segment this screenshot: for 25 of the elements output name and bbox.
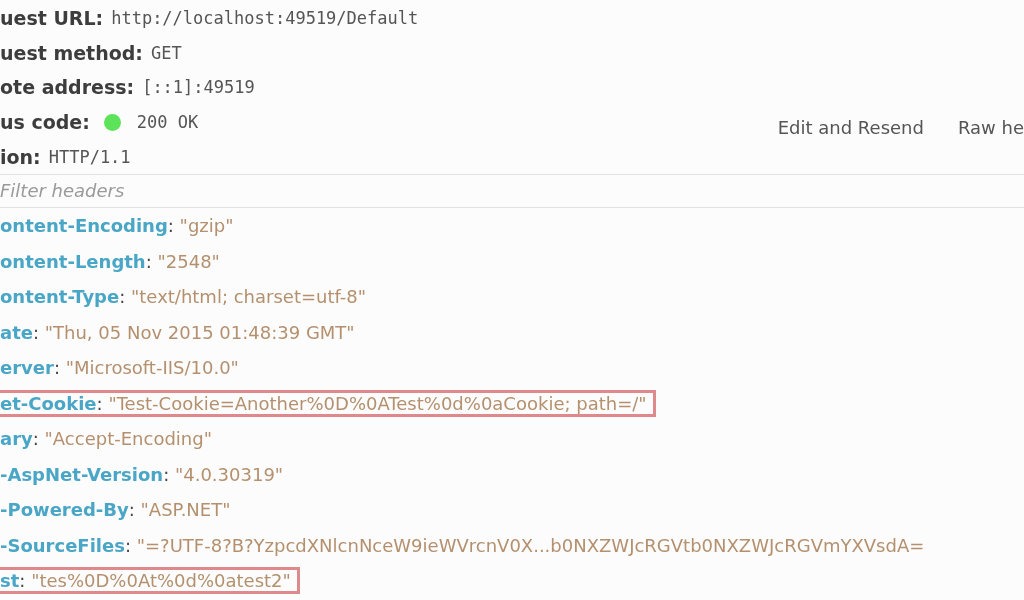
header-line: -AspNet-Version: "4.0.30319" — [0, 462, 285, 487]
field-label: uest method: — [0, 41, 143, 64]
field-value: http://localhost:49519/Default — [111, 8, 419, 29]
field-value: [::1]:49519 — [142, 77, 255, 98]
status-dot — [103, 113, 121, 131]
header-line: erver: "Microsoft-IIS/10.0" — [0, 356, 240, 381]
header-line: ary: "Accept-Encoding" — [0, 427, 213, 452]
filter-field[interactable]: Filter headers — [0, 173, 1024, 208]
header-line: st: "tes%0D%0At%0d%0atest2" — [0, 567, 300, 595]
field-value: 200 OK — [136, 112, 199, 133]
toolbar-button[interactable]: Raw he — [957, 116, 1024, 138]
toolbar-button[interactable]: Edit and Resend — [777, 116, 924, 138]
header-line: -Powered-By: "ASP.NET" — [0, 498, 232, 523]
field-label: us code: — [0, 111, 90, 134]
header-line: ate: "Thu, 05 Nov 2015 01:48:39 GMT" — [0, 320, 356, 345]
field-label: ote address: — [0, 76, 135, 99]
header-line: ontent-Length: "2548" — [0, 249, 221, 274]
header-line: ontent-Encoding: "gzip" — [0, 214, 235, 239]
header-line: et-Cookie: "Test-Cookie=Another%0D%0ATest%0d%0aCookie; path=/" — [0, 389, 656, 417]
field-value: GET — [150, 42, 182, 63]
field-label: ion: — [0, 145, 41, 168]
header-line: -SourceFiles: "=?UTF-8?B?YzpcdXNlcnNceW9ieWVrcnV0X...b0NXZWJcRGVtb0NXZWJcRGVmYXVsdA= — [0, 533, 926, 558]
field-value: HTTP/1.1 — [48, 146, 131, 167]
header-line: ontent-Type: "text/html; charset=utf-8" — [0, 285, 368, 310]
field-label: uest URL: — [0, 7, 104, 30]
